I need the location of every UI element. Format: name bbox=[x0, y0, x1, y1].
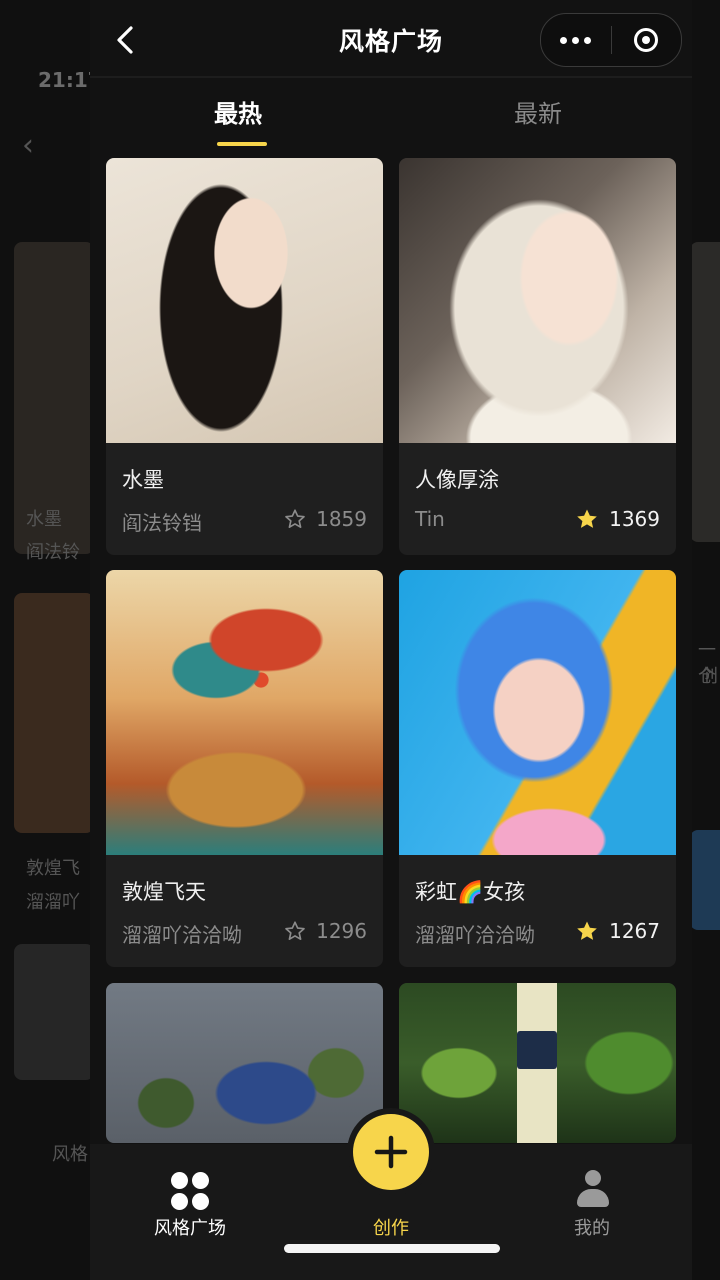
sort-tabs: 最热 最新 bbox=[90, 80, 692, 150]
star-count-value: 1859 bbox=[316, 507, 367, 531]
style-cover-image bbox=[106, 570, 383, 855]
style-cover-image bbox=[399, 158, 676, 443]
star-count[interactable]: 1859 bbox=[284, 507, 367, 531]
nav-style-plaza-label: 风格广场 bbox=[154, 1218, 226, 1239]
style-plaza-page: 风格广场 最热 最新 水墨 阎法铃铛 1859 人像厚涂 Tin 1369 敦煌… bbox=[90, 0, 692, 1280]
style-cover-image bbox=[399, 983, 676, 1143]
background-card-author: 阎法铃 bbox=[26, 542, 80, 563]
style-name: 人像厚涂 bbox=[415, 468, 499, 492]
more-button[interactable] bbox=[541, 14, 611, 66]
background-nav-label: 风格 bbox=[52, 1144, 88, 1165]
header-divider bbox=[90, 76, 692, 78]
star-count[interactable]: 1296 bbox=[284, 919, 367, 943]
style-name: 彩虹🌈女孩 bbox=[415, 880, 526, 904]
style-cover-image bbox=[106, 158, 383, 443]
create-button[interactable] bbox=[353, 1114, 429, 1190]
style-card[interactable]: 彩虹🌈女孩 溜溜吖洽洽呦 1267 bbox=[399, 570, 676, 967]
star-filled-icon bbox=[577, 509, 597, 528]
background-card-author: 溜溜吖 bbox=[26, 892, 80, 913]
star-filled-icon bbox=[577, 921, 597, 940]
more-dots-icon bbox=[560, 36, 592, 44]
style-card[interactable] bbox=[106, 983, 383, 1143]
star-count[interactable]: 1369 bbox=[575, 507, 660, 531]
background-card bbox=[690, 242, 720, 542]
tab-newest[interactable]: 最新 bbox=[514, 94, 562, 129]
top-bar: 风格广场 bbox=[90, 0, 692, 78]
star-count-value: 1267 bbox=[609, 919, 660, 943]
style-card[interactable]: 敦煌飞天 溜溜吖洽洽呦 1296 bbox=[106, 570, 383, 967]
background-card bbox=[14, 944, 94, 1080]
star-outline-icon bbox=[285, 509, 305, 528]
style-card[interactable] bbox=[399, 983, 676, 1143]
close-miniapp-button[interactable] bbox=[612, 14, 682, 66]
grid-dots-icon bbox=[171, 1172, 209, 1210]
target-circle-icon bbox=[634, 28, 659, 52]
style-card[interactable]: 水墨 阎法铃铛 1859 bbox=[106, 158, 383, 555]
star-count-value: 1369 bbox=[609, 507, 660, 531]
star-count-value: 1296 bbox=[316, 919, 367, 943]
star-outline-icon bbox=[285, 921, 305, 940]
style-name: 敦煌飞天 bbox=[122, 880, 206, 904]
style-author: 溜溜吖洽洽呦 bbox=[122, 923, 242, 947]
background-card bbox=[690, 830, 720, 930]
style-cover-image bbox=[399, 570, 676, 855]
background-card-name: 水墨 bbox=[26, 509, 62, 530]
home-indicator[interactable] bbox=[284, 1244, 500, 1253]
style-name: 水墨 bbox=[122, 468, 164, 492]
background-card bbox=[14, 593, 94, 833]
style-author: Tin bbox=[415, 507, 445, 531]
background-card-name: 敦煌飞 bbox=[26, 858, 80, 879]
style-cover-image bbox=[106, 983, 383, 1143]
active-tab-indicator bbox=[217, 142, 267, 146]
style-author: 溜溜吖洽洽呦 bbox=[415, 923, 535, 947]
user-icon bbox=[576, 1170, 610, 1208]
star-count[interactable]: 1267 bbox=[575, 919, 660, 943]
miniapp-capsule bbox=[540, 13, 682, 67]
style-author: 阎法铃铛 bbox=[122, 511, 202, 535]
nav-mine-label: 我的 bbox=[574, 1218, 610, 1239]
plus-icon bbox=[374, 1135, 408, 1169]
background-back-icon: ‹ bbox=[22, 128, 34, 163]
tab-hottest[interactable]: 最热 bbox=[214, 94, 262, 129]
background-text: 创 bbox=[700, 666, 718, 687]
style-card[interactable]: 人像厚涂 Tin 1369 bbox=[399, 158, 676, 555]
nav-create-label[interactable]: 创作 bbox=[341, 1214, 441, 1240]
